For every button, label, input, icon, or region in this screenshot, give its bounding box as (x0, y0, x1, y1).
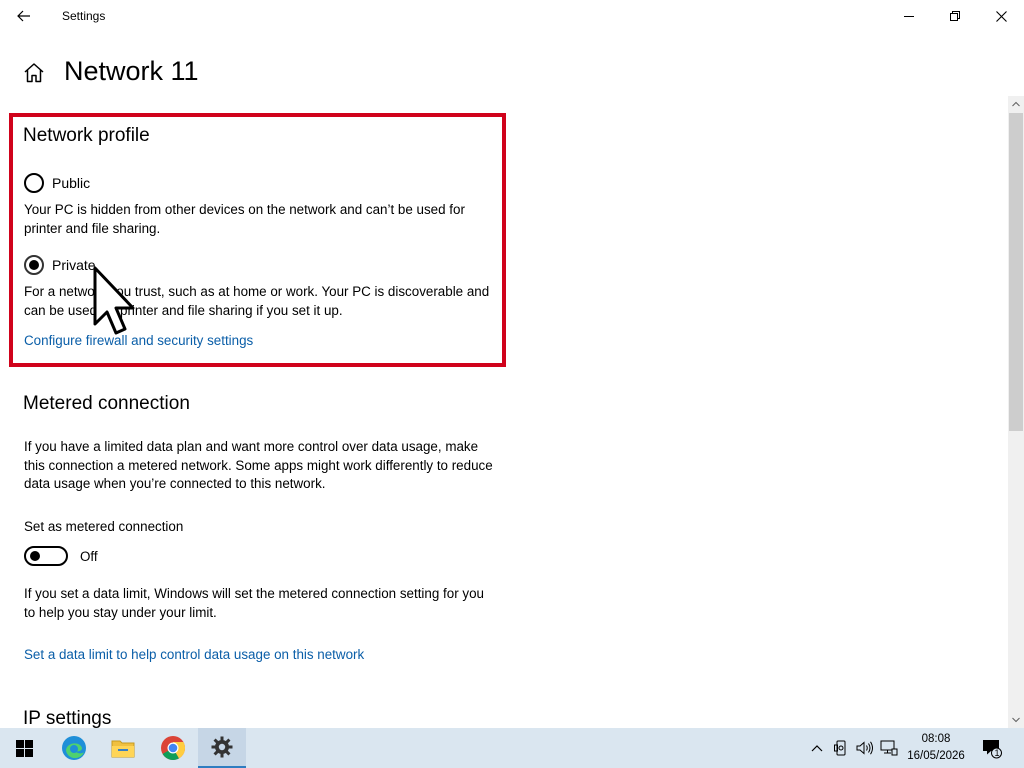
ip-settings-heading: IP settings (23, 708, 112, 729)
gear-icon (211, 736, 233, 758)
clock-date: 16/05/2026 (907, 750, 965, 762)
title-bar: Settings (0, 0, 1024, 32)
chevron-down-icon (1012, 717, 1020, 723)
taskbar: 08:08 16/05/2026 1 (0, 728, 1024, 768)
network-button[interactable] (879, 728, 899, 768)
show-hidden-icons-button[interactable] (808, 728, 826, 768)
taskbar-settings[interactable] (198, 728, 246, 768)
chrome-icon (161, 736, 186, 761)
taskbar-file-explorer[interactable] (99, 728, 147, 768)
window-title: Settings (62, 9, 106, 23)
start-button[interactable] (0, 728, 48, 768)
taskbar-chrome[interactable] (149, 728, 197, 768)
arrow-left-icon (17, 10, 30, 22)
metered-toggle-label: Set as metered connection (24, 519, 184, 534)
vertical-scrollbar[interactable] (1008, 96, 1024, 728)
edge-icon (62, 736, 86, 760)
action-center-button[interactable]: 1 (980, 728, 1004, 768)
public-radio-label[interactable]: Public (52, 175, 90, 191)
page-title: Network 11 (64, 56, 199, 86)
volume-button[interactable] (855, 728, 875, 768)
metered-toggle[interactable] (24, 546, 68, 566)
folder-icon (111, 740, 135, 758)
metered-description: If you have a limited data plan and want… (24, 439, 493, 491)
close-icon (995, 10, 1007, 22)
network-wired-icon (880, 740, 898, 756)
taskbar-clock[interactable]: 08:08 16/05/2026 (900, 731, 972, 765)
data-limit-description: If you set a data limit, Windows will se… (24, 586, 484, 620)
scroll-down-arrow[interactable] (1008, 712, 1024, 728)
network-profile-heading: Network profile (23, 125, 150, 146)
taskbar-edge[interactable] (50, 728, 98, 768)
restore-button[interactable] (932, 0, 978, 32)
scroll-up-arrow[interactable] (1008, 96, 1024, 112)
private-radio[interactable] (24, 255, 44, 275)
tray-device-button[interactable] (832, 728, 850, 768)
minimize-icon (904, 16, 914, 17)
mouse-cursor-icon (93, 266, 135, 335)
speaker-icon (856, 741, 873, 755)
clock-time: 08:08 (921, 733, 951, 745)
metered-toggle-state: Off (80, 549, 98, 564)
data-limit-link[interactable]: Set a data limit to help control data us… (24, 647, 364, 662)
public-description: Your PC is hidden from other devices on … (24, 202, 465, 236)
public-radio[interactable] (24, 173, 44, 193)
notification-count: 1 (994, 748, 1000, 758)
restore-icon (950, 11, 960, 21)
windows-logo-icon (15, 739, 33, 757)
device-icon (834, 740, 846, 756)
minimize-button[interactable] (886, 0, 932, 32)
private-radio-label[interactable]: Private (52, 257, 96, 273)
metered-connection-heading: Metered connection (23, 393, 190, 414)
highlight-box (9, 113, 506, 367)
scrollbar-thumb[interactable] (1009, 113, 1023, 431)
home-icon[interactable] (22, 61, 46, 85)
chevron-up-icon (1012, 101, 1020, 107)
chevron-up-icon (811, 745, 823, 752)
close-button[interactable] (978, 0, 1024, 32)
back-button[interactable] (8, 0, 40, 32)
